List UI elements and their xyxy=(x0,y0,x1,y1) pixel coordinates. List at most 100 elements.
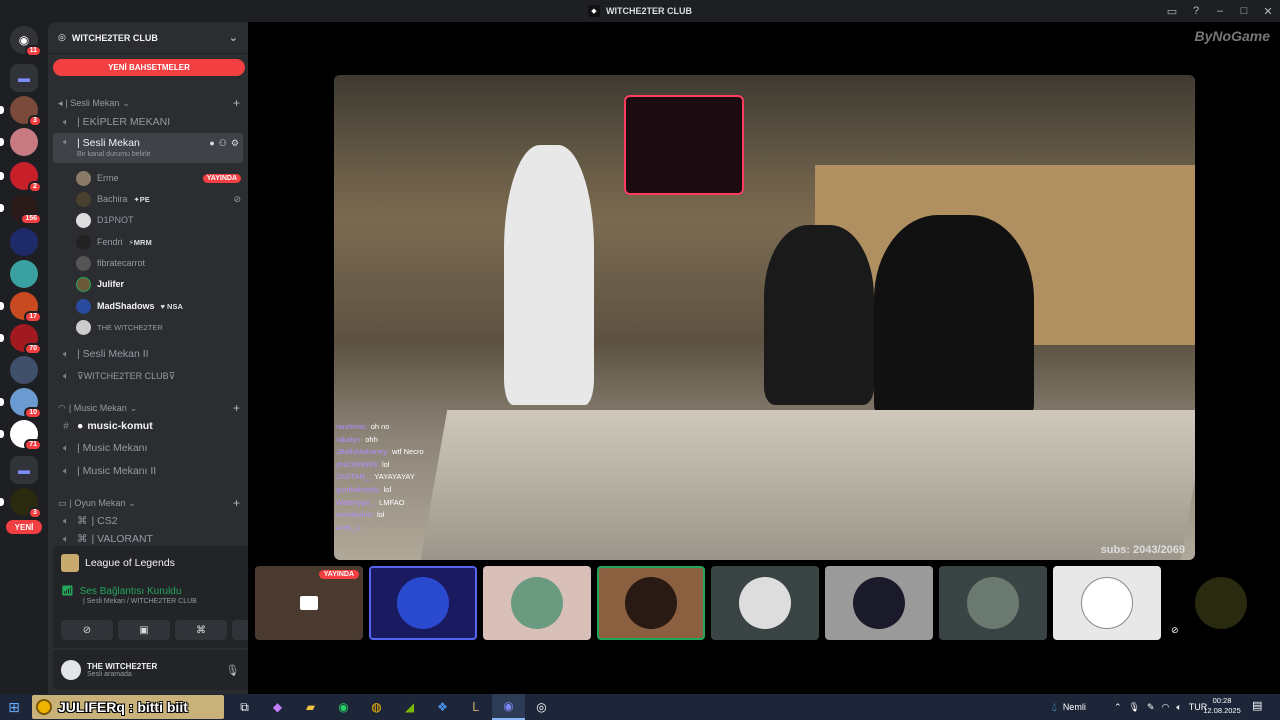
channel-music-mekani-2[interactable]: 🔈︎ | Music Mekanı II xyxy=(53,461,243,481)
voice-user[interactable]: THE WITCHE2TER xyxy=(76,317,241,337)
server-icon-9[interactable] xyxy=(10,356,38,384)
participant-tile[interactable] xyxy=(1053,566,1161,640)
chat-message: lol xyxy=(376,510,385,520)
league-client-icon[interactable]: Ⅼ xyxy=(459,694,492,720)
server-folder-icon[interactable]: ▬ xyxy=(10,456,38,484)
whatsapp-icon[interactable]: ◉ xyxy=(327,694,360,720)
add-channel-icon[interactable]: + xyxy=(233,496,240,510)
add-member-icon[interactable]: ⚇ xyxy=(219,138,227,149)
camera-off-button[interactable]: ⊘ xyxy=(61,620,113,640)
new-unreads-pill[interactable]: YENİ xyxy=(6,520,42,534)
participant-tile-stream[interactable]: YAYINDA xyxy=(255,566,363,640)
server-header[interactable]: ◎ WITCHE2TER CLUB ⌄ xyxy=(48,22,248,54)
channel-ekipler[interactable]: 🔈︎ | EKİPLER MEKANI xyxy=(53,112,243,132)
volume-icon[interactable]: 🔈︎ xyxy=(1176,702,1181,713)
chevron-up-icon[interactable]: ⌃ xyxy=(1114,702,1122,713)
clock[interactable]: 00:28 12.08.2025 xyxy=(1200,696,1244,716)
activities-button[interactable]: ⌘ xyxy=(175,620,227,640)
server-icon-11[interactable]: 71 xyxy=(0,420,42,451)
windows-taskbar: ⊞ JULIFERq : bitti biit ⧉ ◆ ▰ ◉ ◍ ◢ ❖ Ⅼ … xyxy=(0,694,1280,720)
voice-user[interactable]: Erme YAYINDA xyxy=(76,168,241,188)
windows-start-icon[interactable]: ⊞ xyxy=(0,699,28,716)
obs-icon[interactable]: ◎ xyxy=(525,694,558,720)
file-explorer-icon[interactable]: ▰ xyxy=(294,694,327,720)
server-icon-4[interactable]: 156 xyxy=(0,194,42,225)
category-sesli-mekan[interactable]: ◂ | Sesli Mekan ⌄ + xyxy=(58,96,240,110)
channel-sesli-mekan-2[interactable]: 🔈︎ | Sesli Mekan II xyxy=(53,344,243,364)
wifi-icon[interactable]: ◠ xyxy=(1162,702,1170,713)
copilot-icon[interactable]: ◆ xyxy=(261,694,294,720)
screen-icon xyxy=(300,596,318,610)
voice-user[interactable]: D1PNOT xyxy=(76,210,241,230)
channel-music-mekani[interactable]: 🔈︎ | Music Mekanı xyxy=(53,438,243,458)
inbox-icon[interactable]: ▭ xyxy=(1160,5,1184,18)
server-icon-6[interactable] xyxy=(10,260,38,288)
server-icon-7[interactable]: 17 xyxy=(0,292,42,323)
minimize-icon[interactable]: – xyxy=(1208,5,1232,17)
chevron-down-icon: ⌄ xyxy=(228,32,238,44)
avatar xyxy=(76,212,91,228)
microphone-icon[interactable]: 🎙︎ xyxy=(1129,702,1140,713)
microphone-icon[interactable]: 🎙︎ xyxy=(226,664,240,677)
avatar[interactable] xyxy=(61,660,81,680)
window-title-text: WITCHE2TER CLUB xyxy=(606,6,692,16)
server-icon-1[interactable]: 3 xyxy=(0,96,42,127)
channel-music-komut[interactable]: # ● music-komut xyxy=(53,416,243,436)
category-oyun-mekan[interactable]: ▭ | Oyun Mekan ⌄ + xyxy=(58,496,240,510)
server-icon-2[interactable] xyxy=(0,128,38,156)
voice-user[interactable]: MadShadows ♥ NSA xyxy=(76,296,241,316)
stream-video[interactable]: raisherar: oh no rakalyn: ohh JBallsMahone… xyxy=(334,75,1195,560)
pen-icon[interactable]: ✎ xyxy=(1147,702,1155,713)
participant-tile[interactable] xyxy=(369,566,477,640)
voice-user[interactable]: Fendri ⚡MRM xyxy=(76,232,241,252)
channel-status[interactable]: Bir kanal durumu belirle xyxy=(77,151,151,158)
channel-valorant[interactable]: 🔈︎ ⌘ | VALORANT xyxy=(53,532,243,546)
help-icon[interactable]: ? xyxy=(1184,5,1208,17)
gear-icon[interactable]: ⚙ xyxy=(231,138,239,149)
server-icon-5[interactable] xyxy=(10,228,38,256)
voice-user[interactable]: Bachira ✦PE ⊘ xyxy=(76,189,241,209)
task-view-icon[interactable]: ⧉ xyxy=(228,694,261,720)
window-title: ◆ WITCHE2TER CLUB xyxy=(588,5,692,17)
discord-taskbar-icon[interactable]: ◉ xyxy=(492,694,525,720)
channel-cs2[interactable]: 🔈︎ ⌘ | CS2 xyxy=(53,511,243,531)
chat-icon[interactable]: ● xyxy=(209,138,214,149)
server-folder-icon[interactable]: ▬ xyxy=(10,64,38,92)
participant-tile[interactable] xyxy=(939,566,1047,640)
voice-user[interactable]: Julifer xyxy=(76,274,241,294)
channel-label: | Sesli Mekan xyxy=(77,137,140,149)
participant-tile[interactable] xyxy=(597,566,705,640)
server-icon-10[interactable]: 10 xyxy=(0,388,42,419)
participant-tile[interactable] xyxy=(483,566,591,640)
server-icon-12[interactable]: 3 xyxy=(0,488,42,519)
channel-label: | VALORANT xyxy=(91,533,153,545)
voice-location[interactable]: | Sesli Mekan / WITCHE2TER CLUB xyxy=(83,598,197,605)
channel-sesli-mekan[interactable]: 🔈︎ | Sesli Mekan Bir kanal durumu belirle… xyxy=(53,133,243,163)
stream-watermark: ByNoGame xyxy=(1194,28,1270,44)
channel-witch-club[interactable]: 🔈︎ ⊽WITCHE2TER CLUB⊽ xyxy=(53,366,243,386)
channel-label: | EKİPLER MEKANI xyxy=(77,116,171,128)
screen-share-button[interactable]: ▣ xyxy=(118,620,170,640)
server-icon-8[interactable]: 70 xyxy=(0,324,42,355)
app-icon[interactable]: ❖ xyxy=(426,694,459,720)
participant-tile[interactable]: ⊘ xyxy=(1167,566,1275,640)
discord-home-icon[interactable]: ◉ 11 xyxy=(10,26,42,57)
nvidia-icon[interactable]: ◢ xyxy=(393,694,426,720)
avatar xyxy=(76,255,91,271)
close-icon[interactable]: ✕ xyxy=(1256,5,1280,18)
participant-tile[interactable] xyxy=(711,566,819,640)
new-mentions-bar[interactable]: YENİ BAHSETMELER xyxy=(53,59,245,76)
avatar xyxy=(853,577,905,629)
weather-widget[interactable]: 💧︎ Nemli xyxy=(1052,694,1086,720)
add-channel-icon[interactable]: + xyxy=(233,401,240,415)
chrome-icon[interactable]: ◍ xyxy=(360,694,393,720)
notification-center-icon[interactable]: ▤ xyxy=(1252,699,1262,712)
voice-status[interactable]: Ses Bağlantısı Kuruldu xyxy=(80,586,182,597)
voice-user[interactable]: fibratecarrot xyxy=(76,253,241,273)
add-channel-icon[interactable]: + xyxy=(233,96,240,110)
maximize-icon[interactable]: □ xyxy=(1232,5,1256,17)
category-music-mekan[interactable]: ◠ | Music Mekan ⌄ + xyxy=(58,401,240,415)
chat-user: ZASTAR_: xyxy=(336,472,372,482)
participant-tile[interactable] xyxy=(825,566,933,640)
server-icon-3[interactable]: 2 xyxy=(0,162,42,193)
